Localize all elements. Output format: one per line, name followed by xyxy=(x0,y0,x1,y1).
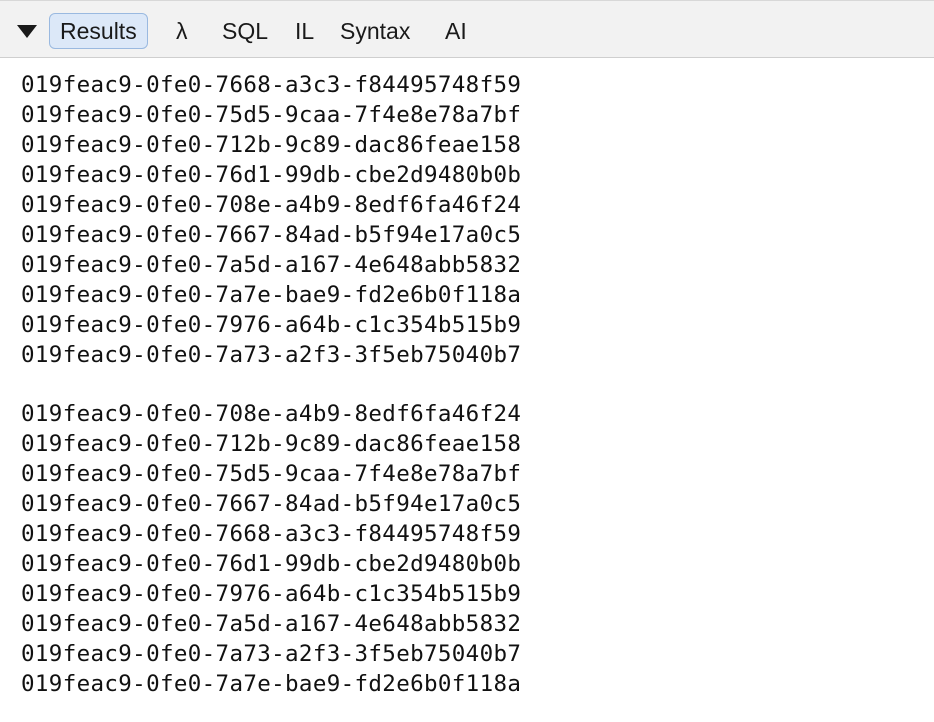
tab-ai[interactable]: AI xyxy=(445,13,467,49)
tab-il[interactable]: IL xyxy=(295,13,314,49)
result-line: 019feac9-0fe0-712b-9c89-dac86feae158 xyxy=(21,132,522,158)
result-line: 019feac9-0fe0-7a73-a2f3-3f5eb75040b7 xyxy=(21,342,522,368)
result-line: 019feac9-0fe0-7667-84ad-b5f94e17a0c5 xyxy=(21,222,522,248)
result-line: 019feac9-0fe0-7a7e-bae9-fd2e6b0f118a xyxy=(21,282,522,308)
results-block-1: 019feac9-0fe0-7668-a3c3-f84495748f59 019… xyxy=(21,70,521,370)
result-line: 019feac9-0fe0-7a5d-a167-4e648abb5832 xyxy=(21,611,522,637)
result-line: 019feac9-0fe0-708e-a4b9-8edf6fa46f24 xyxy=(21,401,522,427)
result-line: 019feac9-0fe0-7668-a3c3-f84495748f59 xyxy=(21,72,522,98)
result-line: 019feac9-0fe0-7a5d-a167-4e648abb5832 xyxy=(21,252,522,278)
tab-lambda[interactable]: λ xyxy=(176,13,188,49)
result-line: 019feac9-0fe0-708e-a4b9-8edf6fa46f24 xyxy=(21,192,522,218)
results-output: 019feac9-0fe0-7668-a3c3-f84495748f59 019… xyxy=(0,58,934,722)
result-line: 019feac9-0fe0-76d1-99db-cbe2d9480b0b xyxy=(21,551,522,577)
tab-sql[interactable]: SQL xyxy=(222,13,268,49)
result-line: 019feac9-0fe0-7a7e-bae9-fd2e6b0f118a xyxy=(21,671,522,697)
result-line: 019feac9-0fe0-7976-a64b-c1c354b515b9 xyxy=(21,581,522,607)
result-line: 019feac9-0fe0-7667-84ad-b5f94e17a0c5 xyxy=(21,491,522,517)
result-line: 019feac9-0fe0-75d5-9caa-7f4e8e78a7bf xyxy=(21,461,522,487)
result-line: 019feac9-0fe0-7668-a3c3-f84495748f59 xyxy=(21,521,522,547)
tab-results[interactable]: Results xyxy=(49,13,148,49)
tab-syntax[interactable]: Syntax xyxy=(340,13,410,49)
result-line: 019feac9-0fe0-7a73-a2f3-3f5eb75040b7 xyxy=(21,641,522,667)
result-line: 019feac9-0fe0-75d5-9caa-7f4e8e78a7bf xyxy=(21,102,522,128)
triangle-down-icon[interactable] xyxy=(17,25,37,38)
results-block-2: 019feac9-0fe0-708e-a4b9-8edf6fa46f24 019… xyxy=(21,399,521,699)
result-line: 019feac9-0fe0-712b-9c89-dac86feae158 xyxy=(21,431,522,457)
result-line: 019feac9-0fe0-7976-a64b-c1c354b515b9 xyxy=(21,312,522,338)
result-line: 019feac9-0fe0-76d1-99db-cbe2d9480b0b xyxy=(21,162,522,188)
output-toolbar: Results λ SQL IL Syntax AI xyxy=(0,0,934,58)
